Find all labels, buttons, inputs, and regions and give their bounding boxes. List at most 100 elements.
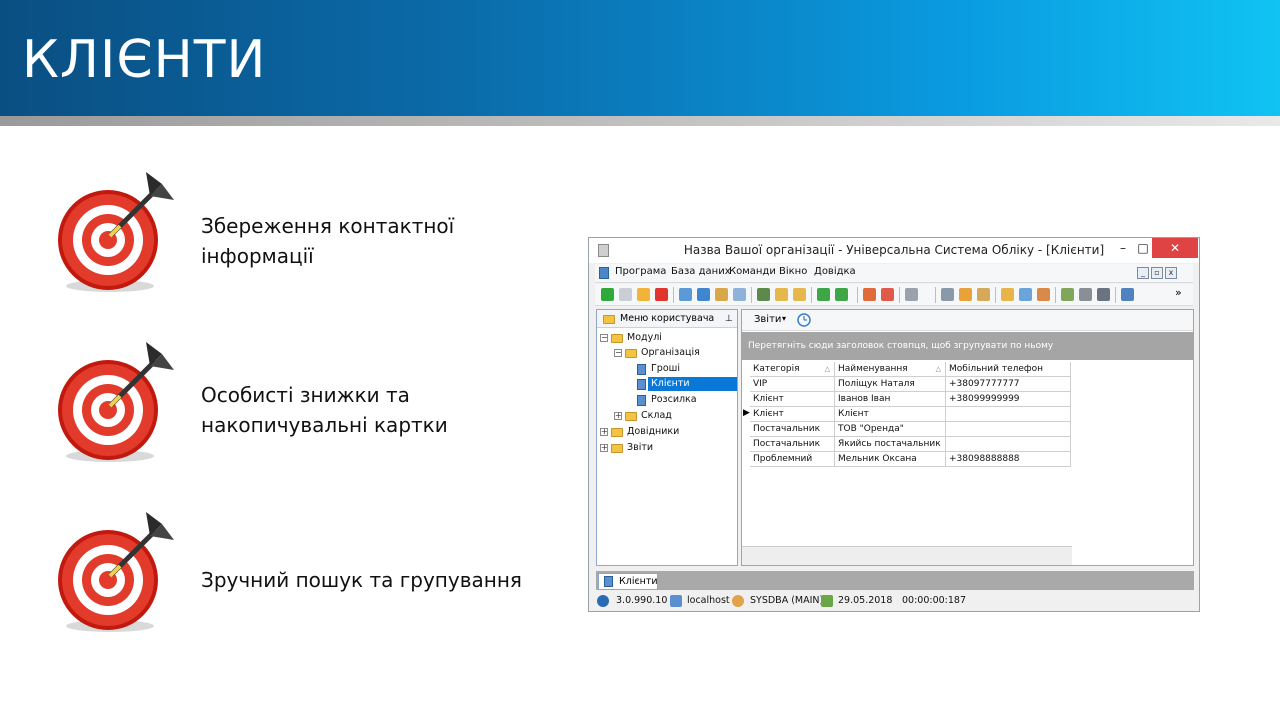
column-header-name[interactable]: Найменування △: [835, 362, 946, 377]
user-menu-title: Меню користувача: [620, 313, 715, 324]
note-icon[interactable]: [977, 288, 990, 301]
app-window: Назва Вашої організації - Універсальна С…: [588, 237, 1200, 612]
server-icon: [670, 595, 682, 607]
group-by-area[interactable]: Перетягніть сюди заголовок стовпця, щоб …: [742, 332, 1193, 360]
table-cell[interactable]: +38099999999: [946, 392, 1071, 407]
tree-item-reports[interactable]: Звіти: [627, 441, 653, 455]
table-cell[interactable]: Якийсь постачальник: [835, 437, 946, 452]
document-icon: [637, 379, 646, 390]
table-cell[interactable]: Іванов Іван: [835, 392, 946, 407]
sort-icon[interactable]: [715, 288, 728, 301]
status-date: 29.05.2018: [838, 595, 893, 606]
delete-icon[interactable]: [655, 288, 668, 301]
expander-icon[interactable]: +: [614, 412, 622, 420]
document-icon: [599, 267, 609, 279]
filter-icon[interactable]: [757, 288, 770, 301]
table-cell[interactable]: [946, 437, 1071, 452]
toolbar-separator: [673, 287, 674, 303]
expander-icon[interactable]: +: [600, 428, 608, 436]
users-icon[interactable]: [1019, 288, 1032, 301]
table-cell[interactable]: Клієнт: [750, 407, 835, 422]
table-cell[interactable]: +38097777777: [946, 377, 1071, 392]
tree-item-clients[interactable]: Клієнти: [648, 377, 737, 391]
folder-icon: [603, 315, 615, 324]
folder-icon: [625, 349, 637, 358]
book-icon[interactable]: [1121, 288, 1134, 301]
menu-window[interactable]: Вікно: [779, 266, 807, 277]
mdi-restore-button[interactable]: ▫: [1151, 267, 1163, 279]
table-row[interactable]: ▶ Клієнт Клієнт: [742, 407, 1072, 422]
menu-program[interactable]: Програма: [615, 266, 666, 277]
table-cell[interactable]: Постачальник: [750, 422, 835, 437]
menu-help[interactable]: Довідка: [814, 266, 856, 277]
menu-commands[interactable]: Команди: [729, 266, 776, 277]
table-cell[interactable]: Поліщук Наталя: [835, 377, 946, 392]
current-row-indicator-icon: ▶: [743, 408, 750, 418]
toolbar-separator: [1115, 287, 1116, 303]
table-cell[interactable]: Клієнт: [835, 407, 946, 422]
folder-icon: [611, 334, 623, 343]
mdi-minimize-button[interactable]: _: [1137, 267, 1149, 279]
edit-icon[interactable]: [637, 288, 650, 301]
tree-item-organization[interactable]: Організація: [641, 346, 700, 360]
lock-icon[interactable]: [1001, 288, 1014, 301]
star-icon[interactable]: [959, 288, 972, 301]
table-cell[interactable]: VIP: [750, 377, 835, 392]
clock-icon[interactable]: [797, 313, 811, 327]
close-button[interactable]: ✕: [1152, 238, 1198, 258]
bullet-line: Збереження контактної: [201, 214, 455, 238]
sound-icon[interactable]: [905, 288, 918, 301]
slide-title: КЛІЄНТИ: [22, 30, 267, 90]
play-icon[interactable]: [1097, 288, 1110, 301]
tab-clients[interactable]: Клієнти: [598, 573, 658, 590]
expander-icon[interactable]: −: [614, 349, 622, 357]
copy-icon[interactable]: [619, 288, 632, 301]
close-window-icon[interactable]: [881, 288, 894, 301]
new-window-icon[interactable]: [863, 288, 876, 301]
print-icon[interactable]: [1079, 288, 1092, 301]
header-divider: [0, 116, 1280, 126]
toolbar-overflow-button[interactable]: »: [1175, 286, 1182, 299]
tree-item-mailing[interactable]: Розсилка: [651, 393, 697, 407]
bullet-text-2: Особисті знижки та накопичувальні картки: [201, 380, 448, 440]
add-icon[interactable]: [601, 288, 614, 301]
reports-dropdown-button[interactable]: Звіти: [754, 314, 781, 325]
package-icon[interactable]: [1037, 288, 1050, 301]
table-cell[interactable]: Проблемний: [750, 452, 835, 467]
pin-icon[interactable]: ⊥: [725, 310, 733, 328]
refresh-icon[interactable]: [697, 288, 710, 301]
export-icon[interactable]: [817, 288, 830, 301]
toolbar-separator: [1055, 287, 1056, 303]
clients-panel: Звіти ▾ Перетягніть сюди заголовок стовп…: [741, 309, 1194, 566]
table-cell[interactable]: Постачальник: [750, 437, 835, 452]
menu-database[interactable]: База даних: [671, 266, 731, 277]
mdi-close-button[interactable]: x: [1165, 267, 1177, 279]
table-cell[interactable]: Клієнт: [750, 392, 835, 407]
table-row[interactable]: VIP Поліщук Наталя +38097777777: [742, 377, 1072, 392]
table-cell[interactable]: +38098888888: [946, 452, 1071, 467]
table-row[interactable]: Постачальник Якийсь постачальник: [742, 437, 1072, 452]
tools-icon[interactable]: [941, 288, 954, 301]
table-cell[interactable]: ТОВ "Оренда": [835, 422, 946, 437]
table-cell[interactable]: Мельник Оксана: [835, 452, 946, 467]
table-row[interactable]: Проблемний Мельник Оксана +38098888888: [742, 452, 1072, 467]
table-row[interactable]: Клієнт Іванов Іван +38099999999: [742, 392, 1072, 407]
expander-icon[interactable]: −: [600, 334, 608, 342]
tree-item-directories[interactable]: Довідники: [627, 425, 679, 439]
column-header-mobile[interactable]: Мобільний телефон: [946, 362, 1071, 377]
table-cell[interactable]: [946, 407, 1071, 422]
search-icon[interactable]: [679, 288, 692, 301]
folder-tree-icon[interactable]: [775, 288, 788, 301]
expander-icon[interactable]: +: [600, 444, 608, 452]
comment-icon[interactable]: [733, 288, 746, 301]
table-row[interactable]: Постачальник ТОВ "Оренда": [742, 422, 1072, 437]
tree-item-modules[interactable]: Модулі: [627, 331, 662, 345]
calendar-icon[interactable]: [1061, 288, 1074, 301]
import-icon[interactable]: [835, 288, 848, 301]
folder-list-icon[interactable]: [793, 288, 806, 301]
tree-item-warehouse[interactable]: Склад: [641, 409, 672, 423]
tree-item-money[interactable]: Гроші: [651, 362, 680, 376]
table-cell[interactable]: [946, 422, 1071, 437]
bullet-line: Зручний пошук та групування: [201, 568, 522, 592]
column-header-category[interactable]: Категорія △: [750, 362, 835, 377]
